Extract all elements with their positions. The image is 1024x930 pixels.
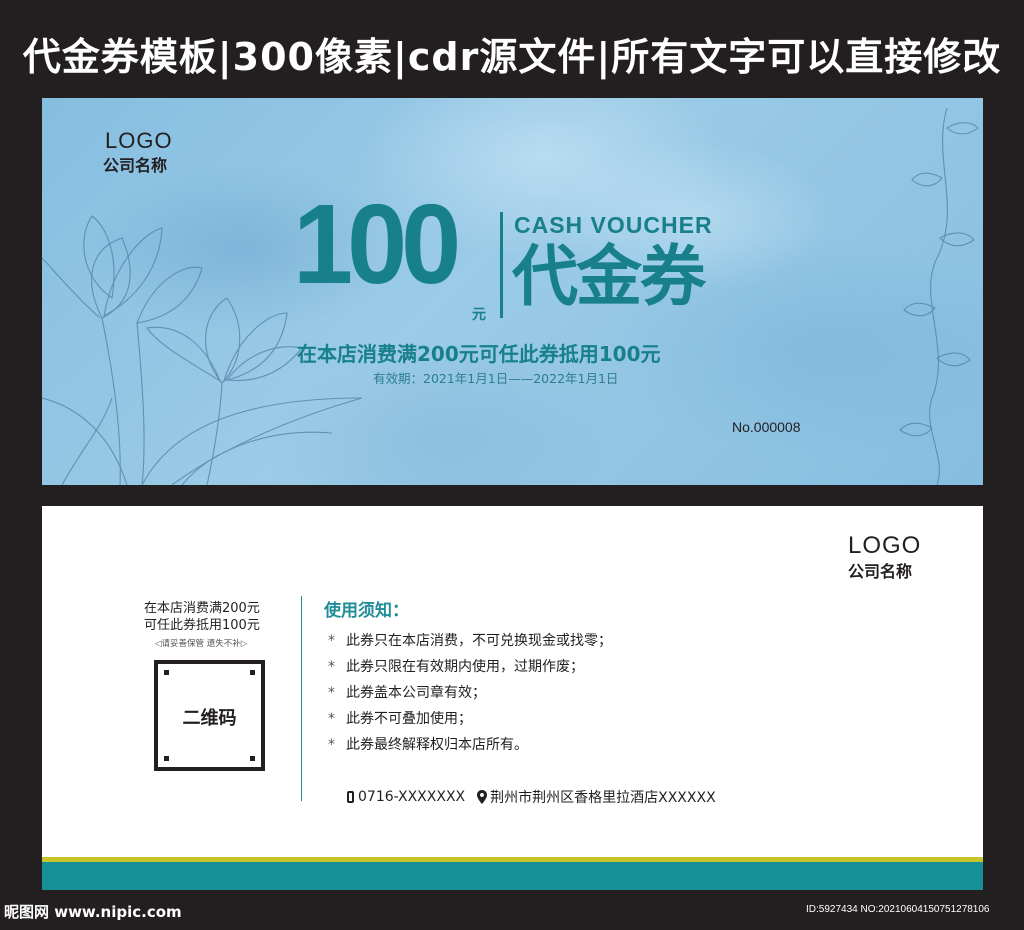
notice-text: 此券只限在有效期内使用，过期作废； xyxy=(346,659,584,675)
notice-item: * 此券只限在有效期内使用，过期作废； xyxy=(328,656,584,676)
bullet-mark: * xyxy=(328,633,335,649)
serial-number: No.000008 xyxy=(732,419,801,435)
phone-icon xyxy=(347,791,354,803)
notice-text: 此券盖本公司章有效； xyxy=(346,685,486,701)
notice-title: 使用须知： xyxy=(324,601,409,621)
banner-title: 代金券模板|300像素|cdr源文件|所有文字可以直接修改 xyxy=(22,35,1002,79)
site-watermark: 昵图网 www.nipic.com xyxy=(4,903,182,921)
title-divider xyxy=(500,212,503,318)
front-company-name: 公司名称 xyxy=(103,156,168,175)
location-pin-icon xyxy=(477,790,488,804)
qr-code-placeholder: 二维码 xyxy=(154,660,265,771)
bullet-mark: * xyxy=(328,659,335,675)
back-logo: LOGO xyxy=(848,532,922,559)
voucher-title: 代金券 xyxy=(512,238,706,315)
notice-item: * 此券只在本店消费，不可兑换现金或找零； xyxy=(328,630,612,650)
notice-text: 此券最终解释权归本店所有。 xyxy=(346,737,528,753)
voucher-unit: 元 xyxy=(472,307,486,323)
qr-code-label: 二维码 xyxy=(182,708,237,729)
notice-item: * 此券最终解释权归本店所有。 xyxy=(328,734,528,754)
image-id-watermark: ID:5927434 NO:20210604150751278106 xyxy=(806,904,990,915)
qr-corner-mark xyxy=(250,670,255,675)
back-company-name: 公司名称 xyxy=(848,562,913,581)
keep-safe-note: ◁请妥善保管 遗失不补▷ xyxy=(155,639,248,649)
notice-text: 此券不可叠加使用； xyxy=(346,711,472,727)
phone-number: 0716-XXXXXXX xyxy=(358,789,466,805)
qr-corner-mark xyxy=(164,670,169,675)
notice-item: * 此券盖本公司章有效； xyxy=(328,682,486,702)
bullet-mark: * xyxy=(328,711,335,727)
front-logo: LOGO xyxy=(105,128,173,153)
bullet-mark: * xyxy=(328,737,335,753)
qr-corner-mark xyxy=(250,756,255,761)
usage-condition: 在本店消费满200元可任此券抵用100元 xyxy=(297,342,661,366)
voucher-front: LOGO 公司名称 100 元 CASH VOUCHER 代金券 在本店消费满2… xyxy=(42,98,983,485)
notice-text: 此券只在本店消费，不可兑换现金或找零； xyxy=(346,633,612,649)
back-vertical-divider xyxy=(301,596,302,801)
validity-period: 有效期：2021年1月1日——2022年1月1日 xyxy=(373,371,619,386)
back-condition-line-2: 可任此券抵用100元 xyxy=(144,618,260,633)
accent-stripe-teal xyxy=(42,862,983,890)
qr-corner-mark xyxy=(164,756,169,761)
voucher-amount: 100 xyxy=(293,179,461,307)
contact-row: 0716-XXXXXXX 荆州市荆州区香格里拉酒店XXXXXX xyxy=(347,787,716,807)
voucher-back: LOGO 公司名称 在本店消费满200元 可任此券抵用100元 ◁请妥善保管 遗… xyxy=(42,506,983,890)
notice-item: * 此券不可叠加使用； xyxy=(328,708,472,728)
address: 荆州市荆州区香格里拉酒店XXXXXX xyxy=(490,790,716,806)
cash-voucher-label: CASH VOUCHER xyxy=(514,212,713,238)
bullet-mark: * xyxy=(328,685,335,701)
